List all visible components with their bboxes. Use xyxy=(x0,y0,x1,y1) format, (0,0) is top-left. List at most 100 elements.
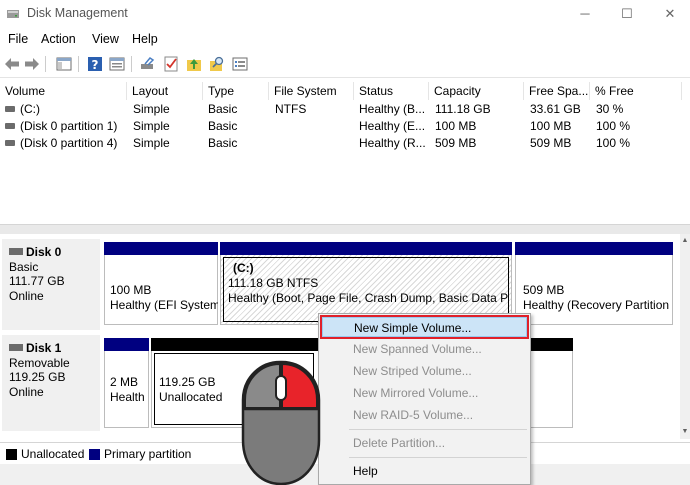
volume-row[interactable]: (C:) Simple Basic NTFS Healthy (B... 111… xyxy=(0,101,682,118)
console-tree-icon[interactable] xyxy=(55,55,73,73)
disk-type: Basic xyxy=(9,259,39,274)
partition-status: Healthy (Boot, Page File, Crash Dump, Ba… xyxy=(228,291,508,305)
status-cell: Healthy (R... xyxy=(359,136,426,150)
partition-disk1-small[interactable]: 2 MB Health xyxy=(104,338,149,428)
list-view-icon[interactable] xyxy=(231,55,249,73)
disk-name: Disk 1 xyxy=(26,341,62,355)
partition-recovery[interactable]: 509 MB Healthy (Recovery Partition xyxy=(515,242,673,325)
partition-size: 509 MB xyxy=(523,283,565,297)
status-cell: Healthy (E... xyxy=(359,119,426,133)
type-cell: Basic xyxy=(208,119,238,133)
column-header-type[interactable]: Type xyxy=(203,82,269,100)
menu-bar: File Action View Help xyxy=(0,28,690,50)
disk-state: Online xyxy=(9,384,44,399)
volume-cell: (Disk 0 partition 4) xyxy=(20,136,118,150)
check-icon[interactable] xyxy=(162,55,180,73)
scroll-up-arrow-icon[interactable]: ▲ xyxy=(681,237,689,245)
disk-size: 111.77 GB xyxy=(9,274,65,288)
menu-action[interactable]: Action xyxy=(41,32,76,46)
disk-icon xyxy=(9,248,23,255)
toolbar-separator xyxy=(131,56,132,72)
column-header-percent-free[interactable]: % Free xyxy=(590,82,682,100)
volume-list: Volume Layout Type File System Status Ca… xyxy=(0,82,682,224)
percent-free-cell: 30 % xyxy=(596,102,624,116)
status-cell: Healthy (B... xyxy=(359,102,426,116)
capacity-cell: 509 MB xyxy=(435,136,477,150)
drive-icon xyxy=(5,140,15,146)
volume-cell: (Disk 0 partition 1) xyxy=(20,119,118,133)
volume-cell: (C:) xyxy=(20,102,40,116)
menu-new-simple-volume[interactable]: New Simple Volume... xyxy=(320,315,529,339)
menu-delete-partition[interactable]: Delete Partition... xyxy=(319,433,530,453)
toolbar: ? xyxy=(0,50,690,78)
column-header-layout[interactable]: Layout xyxy=(127,82,203,100)
disk-icon xyxy=(9,344,23,351)
minimize-button[interactable]: ─ xyxy=(570,4,600,24)
layout-cell: Simple xyxy=(133,102,170,116)
up-folder-icon[interactable] xyxy=(185,55,203,73)
file-system-cell: NTFS xyxy=(275,102,307,116)
column-header-capacity[interactable]: Capacity xyxy=(429,82,524,100)
disk-type: Removable xyxy=(9,355,70,370)
volume-list-header: Volume Layout Type File System Status Ca… xyxy=(0,82,682,100)
volume-row[interactable]: (Disk 0 partition 4) Simple Basic Health… xyxy=(0,135,682,152)
capacity-cell: 111.18 GB xyxy=(435,102,491,116)
menu-separator xyxy=(349,457,527,458)
free-space-cell: 33.61 GB xyxy=(530,102,581,116)
maximize-button[interactable]: ☐ xyxy=(612,4,642,24)
disk-size: 119.25 GB xyxy=(9,370,66,384)
menu-new-raid5-volume[interactable]: New RAID-5 Volume... xyxy=(319,405,530,425)
file-system-cell xyxy=(275,118,351,135)
menu-new-mirrored-volume[interactable]: New Mirrored Volume... xyxy=(319,383,530,403)
properties-icon[interactable] xyxy=(108,55,126,73)
help-icon[interactable]: ? xyxy=(86,55,104,73)
connect-drive-icon[interactable] xyxy=(139,55,157,73)
disk-1-label[interactable]: Disk 1 Removable 119.25 GB Online xyxy=(2,335,100,431)
partition-efi[interactable]: 100 MB Healthy (EFI System xyxy=(104,242,218,325)
close-button[interactable]: ✕ xyxy=(655,4,685,24)
partition-status: Unallocated xyxy=(159,390,223,404)
title-bar: Disk Management ─ ☐ ✕ xyxy=(0,0,690,28)
menu-help-item[interactable]: Help xyxy=(319,461,530,481)
right-click-mouse-icon xyxy=(241,360,321,485)
disk-state: Online xyxy=(9,288,44,303)
volume-row[interactable]: (Disk 0 partition 1) Simple Basic Health… xyxy=(0,118,682,135)
toolbar-separator xyxy=(78,56,79,72)
menu-new-spanned-volume[interactable]: New Spanned Volume... xyxy=(319,339,530,359)
disk-name: Disk 0 xyxy=(26,245,62,259)
back-arrow-icon[interactable] xyxy=(3,55,21,73)
percent-free-cell: 100 % xyxy=(596,136,631,150)
menu-view[interactable]: View xyxy=(92,32,119,46)
search-icon[interactable] xyxy=(208,55,226,73)
menu-separator xyxy=(349,429,527,430)
partition-title: (C:) xyxy=(233,261,254,275)
context-menu: New Simple Volume... New Spanned Volume.… xyxy=(318,313,531,485)
forward-arrow-icon[interactable] xyxy=(23,55,41,73)
window-title: Disk Management xyxy=(27,6,128,20)
column-header-file-system[interactable]: File System xyxy=(269,82,354,100)
partition-status: Healthy (EFI System xyxy=(110,298,218,312)
scroll-down-arrow-icon[interactable]: ▼ xyxy=(681,428,689,436)
legend-primary-partition: Primary partition xyxy=(104,447,192,461)
file-system-cell xyxy=(275,135,351,152)
percent-free-cell: 100 % xyxy=(596,119,631,133)
pane-splitter[interactable] xyxy=(0,224,690,234)
capacity-cell: 100 MB xyxy=(435,119,477,133)
menu-new-striped-volume[interactable]: New Striped Volume... xyxy=(319,361,530,381)
legend-unallocated: Unallocated xyxy=(21,447,85,461)
menu-help[interactable]: Help xyxy=(132,32,158,46)
disk-0-label[interactable]: Disk 0 Basic 111.77 GB Online xyxy=(2,239,100,330)
free-space-cell: 509 MB xyxy=(530,136,572,150)
partition-size: 119.25 GB xyxy=(159,375,216,389)
partition-status: Health xyxy=(110,390,145,404)
column-header-volume[interactable]: Volume xyxy=(0,82,127,100)
menu-file[interactable]: File xyxy=(8,32,28,46)
drive-icon xyxy=(5,106,15,112)
partition-bar xyxy=(515,242,673,255)
toolbar-separator xyxy=(45,56,46,72)
column-header-status[interactable]: Status xyxy=(354,82,429,100)
drive-icon xyxy=(5,123,15,129)
vertical-scrollbar[interactable]: ▲ ▼ xyxy=(680,234,690,439)
column-header-free-space[interactable]: Free Spa... xyxy=(524,82,590,100)
partition-size: 111.18 GB NTFS xyxy=(228,276,319,290)
